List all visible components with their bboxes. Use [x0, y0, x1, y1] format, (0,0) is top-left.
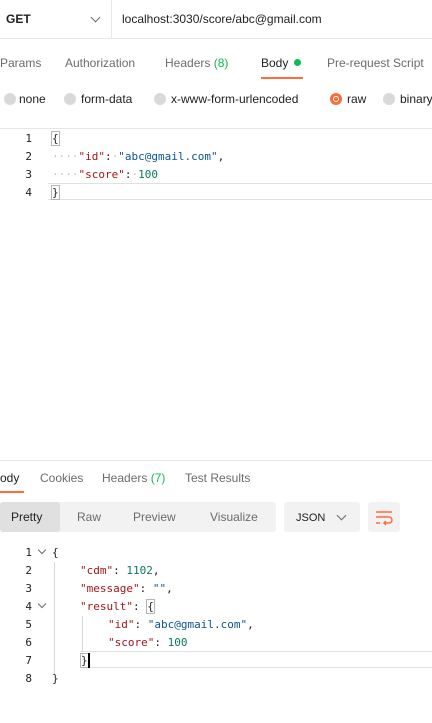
response-tab-body[interactable]: Body	[0, 471, 19, 485]
url-input[interactable]: localhost:3030/score/abc@gmail.com	[122, 12, 322, 26]
tab-headers-count: (8)	[213, 56, 229, 70]
code-line-cdm: "cdm": 1102,	[80, 564, 160, 577]
radio-raw-label[interactable]: raw	[347, 92, 366, 106]
radio-urlencoded-label[interactable]: x-www-form-urlencoded	[171, 92, 298, 106]
response-tab-headers[interactable]: Headers (7)	[102, 471, 165, 485]
view-mode-visualize[interactable]: Visualize	[210, 510, 258, 524]
key-cdm: "cdm"	[80, 564, 114, 577]
radio-binary-label[interactable]: binary	[400, 92, 432, 106]
chevron-down-icon	[336, 510, 347, 521]
view-mode-preview[interactable]: Preview	[133, 510, 176, 524]
colon: :	[132, 600, 140, 613]
editor-top-border	[0, 128, 432, 129]
code-open-brace: {	[51, 131, 60, 146]
radio-raw[interactable]	[330, 93, 342, 105]
result-open-brace: {	[146, 599, 155, 614]
view-mode-raw[interactable]: Raw	[77, 510, 101, 524]
key-message: "message"	[80, 582, 140, 595]
comma: ,	[166, 582, 173, 595]
code-open-brace: {	[52, 546, 59, 559]
response-active-tab-underline	[0, 491, 24, 493]
radio-urlencoded[interactable]	[154, 93, 166, 105]
tab-body-label: Body	[261, 56, 289, 70]
wrap-lines-button[interactable]	[368, 502, 400, 532]
indent-guide	[82, 616, 83, 656]
radio-form-data[interactable]	[64, 93, 76, 105]
radio-binary[interactable]	[383, 93, 395, 105]
value-id: "abc@gmail.com"	[118, 150, 218, 163]
fold-chevron-icon[interactable]	[37, 599, 47, 609]
format-label: JSON	[296, 512, 326, 524]
code-line-score: ····"score":·100	[52, 168, 158, 181]
comma: ,	[217, 150, 225, 163]
code-close-brace: }	[52, 672, 59, 685]
value-id: "abc@gmail.com"	[147, 618, 248, 631]
tab-headers[interactable]: Headers (8)	[165, 56, 228, 70]
line-number: 2	[25, 564, 32, 577]
response-divider	[0, 460, 432, 461]
response-tab-headers-count: (7)	[150, 471, 166, 485]
response-tab-test-results[interactable]: Test Results	[185, 471, 250, 485]
method-label: GET	[6, 12, 31, 26]
response-tab-headers-label: Headers	[102, 471, 148, 485]
format-dropdown[interactable]: JSON	[284, 502, 360, 532]
code-line-message: "message": "",	[80, 582, 173, 595]
body-indicator-dot	[294, 59, 302, 66]
line-number: 4	[25, 600, 32, 613]
tab-params[interactable]: Params	[0, 56, 41, 70]
code-line-id: ····"id":·"abc@gmail.com",	[52, 150, 225, 163]
line-number: 1	[25, 132, 32, 145]
code-close-brace: }	[51, 185, 60, 200]
method-dropdown[interactable]: GET	[0, 0, 112, 38]
colon: :	[113, 564, 120, 577]
tab-body[interactable]: Body	[261, 56, 302, 70]
chevron-down-icon	[90, 12, 101, 23]
code-line-result: "result": {	[80, 599, 155, 614]
radio-none-label[interactable]: none	[19, 92, 46, 106]
key-score: "score"	[78, 168, 125, 181]
value-score: 100	[167, 636, 188, 649]
line-number: 4	[25, 186, 32, 199]
code-line-result-id: "id": "abc@gmail.com",	[108, 618, 254, 631]
active-tab-underline	[261, 77, 303, 79]
colon: :	[134, 618, 142, 631]
view-mode-pretty[interactable]: Pretty	[11, 510, 42, 524]
tab-authorization[interactable]: Authorization	[65, 56, 135, 70]
radio-none[interactable]	[4, 93, 16, 105]
comma: ,	[152, 564, 160, 577]
indent-guide	[54, 562, 55, 674]
value-message: ""	[152, 582, 167, 595]
radio-form-data-label[interactable]: form-data	[81, 92, 132, 106]
tab-prerequest-script[interactable]: Pre-request Script	[327, 56, 424, 70]
line-number: 3	[25, 168, 32, 181]
wrap-lines-icon	[376, 511, 393, 526]
line-number: 2	[25, 150, 32, 163]
key-id: "id"	[108, 618, 135, 631]
colon: :	[154, 636, 161, 649]
request-url-bar: GET localhost:3030/score/abc@gmail.com	[0, 0, 432, 39]
code-line-result-score: "score": 100	[108, 636, 187, 649]
colon: :	[105, 150, 112, 163]
current-line-highlight	[48, 183, 432, 200]
line-number: 5	[25, 618, 32, 631]
line-number: 1	[25, 546, 32, 559]
line-number: 6	[25, 636, 32, 649]
value-score: 100	[138, 168, 158, 181]
response-tab-cookies[interactable]: Cookies	[40, 471, 83, 485]
comma: ,	[247, 618, 254, 631]
line-number: 3	[25, 582, 32, 595]
value-cdm: 1102	[126, 564, 153, 577]
line-number: 8	[25, 672, 32, 685]
key-id: "id"	[78, 150, 106, 163]
fold-chevron-icon[interactable]	[37, 545, 47, 555]
line-number: 7	[25, 654, 32, 667]
key-score: "score"	[108, 636, 155, 649]
key-result: "result"	[80, 600, 133, 613]
text-cursor	[88, 653, 90, 668]
tab-headers-label: Headers	[165, 56, 211, 70]
colon: :	[139, 582, 147, 595]
current-line-highlight	[80, 651, 432, 668]
